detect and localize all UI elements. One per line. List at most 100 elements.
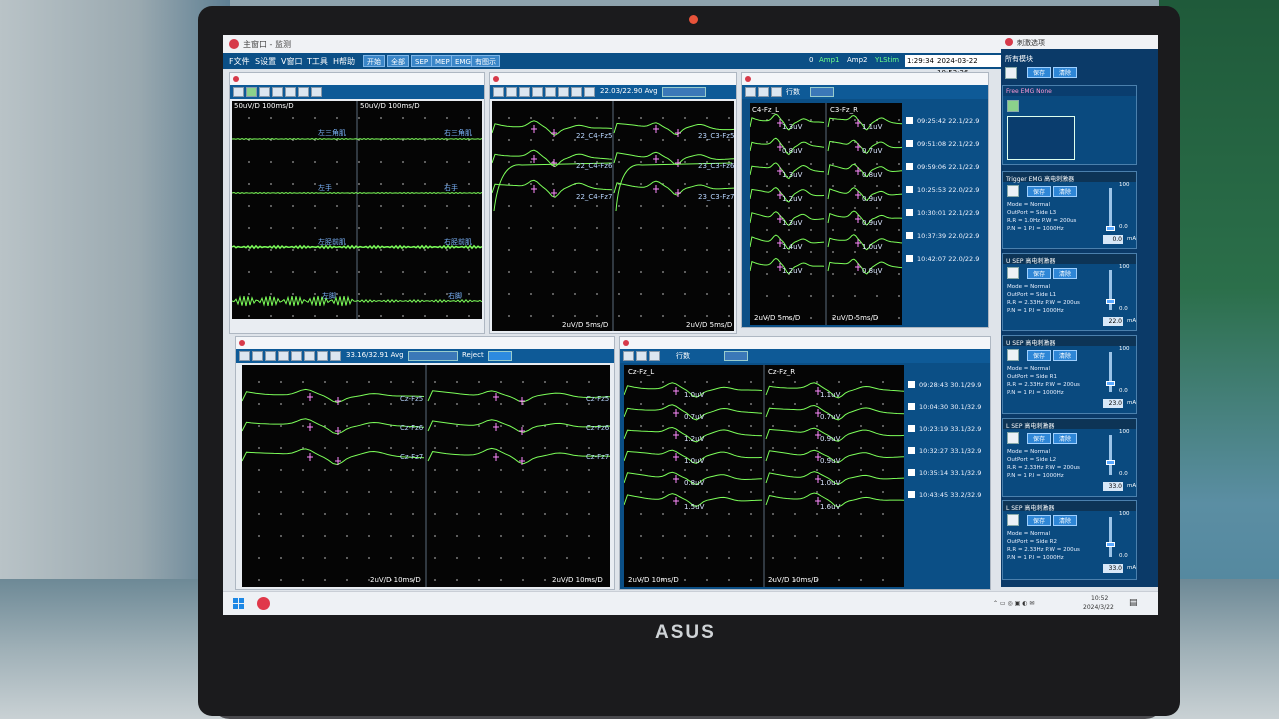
- row-checkbox[interactable]: [906, 255, 913, 262]
- monitor-app-icon[interactable]: [257, 597, 270, 610]
- sep-lower-plot[interactable]: Cz-Fz5 Cz-Fz6 Cz-Fz7 Cz-Fz5 Cz-Fz6 Cz-Fz…: [242, 365, 610, 587]
- stimulator-clear-button[interactable]: 清除: [1053, 433, 1078, 444]
- trend-time-row[interactable]: 10:30:01 22.1/22.9: [906, 209, 979, 217]
- chevron-down-icon[interactable]: [304, 351, 315, 361]
- stimulator-clear-button[interactable]: 清除: [1053, 186, 1078, 197]
- intensity-slider-track[interactable]: [1109, 517, 1112, 557]
- all-button[interactable]: 全部: [387, 55, 409, 67]
- monitor-icon[interactable]: [493, 87, 504, 97]
- monitor-icon[interactable]: [233, 87, 244, 97]
- trend-time-row[interactable]: 09:28:43 30.1/29.9: [908, 381, 981, 389]
- row-checkbox[interactable]: [906, 186, 913, 193]
- chevron-down-icon[interactable]: [623, 351, 634, 361]
- stimulator-icon[interactable]: [1007, 267, 1019, 279]
- chevron-right-icon[interactable]: [330, 351, 341, 361]
- trend-time-row[interactable]: 09:51:08 22.1/22.9: [906, 140, 979, 148]
- windows-start-icon[interactable]: [233, 598, 244, 609]
- chevron-up-icon[interactable]: [545, 87, 556, 97]
- trend-time-row[interactable]: 10:04:30 30.1/32.9: [908, 403, 981, 411]
- intensity-slider-track[interactable]: [1109, 188, 1112, 228]
- menu-tools[interactable]: T工具: [307, 56, 328, 67]
- intensity-slider-handle[interactable]: [1106, 380, 1115, 386]
- trend-time-row[interactable]: 10:37:39 22.0/22.9: [906, 232, 979, 240]
- chevron-up-icon[interactable]: [758, 87, 769, 97]
- chevron-down-icon[interactable]: [558, 87, 569, 97]
- list-icon[interactable]: [252, 351, 263, 361]
- intensity-slider-track[interactable]: [1109, 435, 1112, 475]
- save-icon[interactable]: [532, 87, 543, 97]
- stimulator-save-button[interactable]: 保存: [1027, 515, 1052, 526]
- grid-icon[interactable]: [246, 87, 257, 97]
- intensity-slider-handle[interactable]: [1106, 459, 1115, 465]
- chevron-right-icon[interactable]: [584, 87, 595, 97]
- emg-plot[interactable]: 50uV/D 100ms/D 50uV/D 100ms/D 左三角肌 左手 左胫…: [232, 101, 482, 319]
- save-all-button[interactable]: 保存: [1027, 67, 1052, 78]
- row-checkbox[interactable]: [906, 140, 913, 147]
- list-icon[interactable]: [506, 87, 517, 97]
- menu-help[interactable]: H帮助: [333, 56, 355, 67]
- stimulator-clear-button[interactable]: 清除: [1053, 515, 1078, 526]
- chevron-left-icon[interactable]: [317, 351, 328, 361]
- chevron-up-icon[interactable]: [272, 87, 283, 97]
- intensity-value[interactable]: 0.0: [1103, 235, 1123, 244]
- stimulator-icon[interactable]: [1007, 349, 1019, 361]
- intensity-value[interactable]: 33.0: [1103, 482, 1123, 491]
- stimulator-icon[interactable]: [1007, 432, 1019, 444]
- trend-time-row[interactable]: 09:59:06 22.1/22.9: [906, 163, 979, 171]
- chevron-down-icon[interactable]: [745, 87, 756, 97]
- trend-upper-plot[interactable]: C4-Fz_L C3-Fz_R 1.3uV 0.8uV 1.3uV 1.2uV …: [750, 103, 902, 325]
- stimulator-icon[interactable]: [1007, 185, 1019, 197]
- settings-icon[interactable]: [265, 351, 276, 361]
- chevron-left-icon[interactable]: [649, 351, 660, 361]
- row-checkbox[interactable]: [908, 491, 915, 498]
- chevron-up-icon[interactable]: [291, 351, 302, 361]
- intensity-value[interactable]: 23.0: [1103, 399, 1123, 408]
- module-icon[interactable]: [1005, 67, 1017, 79]
- diagram-button[interactable]: 有图示: [471, 55, 500, 67]
- start-button[interactable]: 开始: [363, 55, 385, 67]
- layout-icon[interactable]: [259, 87, 270, 97]
- row-checkbox[interactable]: [908, 447, 915, 454]
- trend-time-row[interactable]: 10:32:27 33.1/32.9: [908, 447, 981, 455]
- stimulator-save-button[interactable]: 保存: [1027, 186, 1052, 197]
- menu-file[interactable]: F文件: [229, 56, 250, 67]
- clear-all-button[interactable]: 清除: [1053, 67, 1078, 78]
- stimulator-icon[interactable]: [1007, 514, 1019, 526]
- sep-upper-plot[interactable]: 22_C4-Fz5 22_C4-Fz6 22_C4-Fz7 23_C3-Fz5 …: [492, 101, 734, 331]
- free-emg-icon[interactable]: [1007, 100, 1019, 112]
- notification-icon[interactable]: ▤: [1129, 598, 1138, 608]
- intensity-value[interactable]: 22.0: [1103, 317, 1123, 326]
- sep-button[interactable]: SEP: [411, 55, 433, 67]
- row-checkbox[interactable]: [908, 469, 915, 476]
- stimulator-save-button[interactable]: 保存: [1027, 268, 1052, 279]
- intensity-slider-handle[interactable]: [1106, 541, 1115, 547]
- row-checkbox[interactable]: [908, 403, 915, 410]
- trend-time-row[interactable]: 10:43:45 33.2/32.9: [908, 491, 981, 499]
- stimulator-save-button[interactable]: 保存: [1027, 350, 1052, 361]
- save-icon[interactable]: [278, 351, 289, 361]
- intensity-slider-track[interactable]: [1109, 352, 1112, 392]
- stimulator-clear-button[interactable]: 清除: [1053, 350, 1078, 361]
- trend-time-row[interactable]: 10:35:14 33.1/32.9: [908, 469, 981, 477]
- trend-time-row[interactable]: 10:42:07 22.0/22.9: [906, 255, 979, 263]
- row-checkbox[interactable]: [906, 209, 913, 216]
- chevron-down-icon[interactable]: [285, 87, 296, 97]
- monitor-icon[interactable]: [239, 351, 250, 361]
- row-checkbox[interactable]: [906, 117, 913, 124]
- reject-value-box[interactable]: [488, 351, 512, 361]
- row-checkbox[interactable]: [906, 232, 913, 239]
- row-checkbox[interactable]: [908, 381, 915, 388]
- chevron-left-icon[interactable]: [571, 87, 582, 97]
- stimulator-clear-button[interactable]: 清除: [1053, 268, 1078, 279]
- trend-time-row[interactable]: 09:25:42 22.1/22.9: [906, 117, 979, 125]
- row-checkbox[interactable]: [908, 425, 915, 432]
- trend-time-row[interactable]: 10:23:19 33.1/32.9: [908, 425, 981, 433]
- chevron-right-icon[interactable]: [311, 87, 322, 97]
- trend-time-row[interactable]: 10:25:53 22.0/22.9: [906, 186, 979, 194]
- menu-window[interactable]: V窗口: [281, 56, 302, 67]
- stimulator-save-button[interactable]: 保存: [1027, 433, 1052, 444]
- settings-icon[interactable]: [519, 87, 530, 97]
- chevron-up-icon[interactable]: [636, 351, 647, 361]
- chevron-left-icon[interactable]: [298, 87, 309, 97]
- chevron-left-icon[interactable]: [771, 87, 782, 97]
